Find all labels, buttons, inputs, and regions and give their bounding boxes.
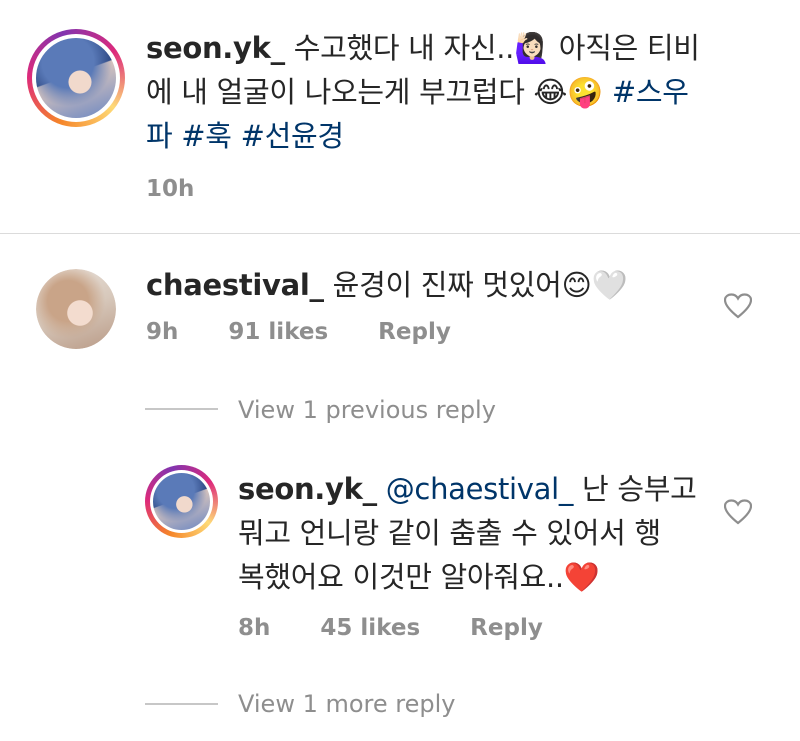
- comment-avatar[interactable]: [36, 269, 116, 349]
- reply-thread-line: [145, 703, 218, 705]
- emoji: 😂🤪: [533, 75, 604, 109]
- caption-username[interactable]: seon.yk_: [146, 31, 285, 65]
- reply-thread-line: [145, 408, 218, 410]
- comment-username[interactable]: chaestival_: [146, 268, 324, 302]
- caption-text: seon.yk_ 수고했다 내 자신..🙋🏻‍♀️ 아직은 티비 에 내 얼굴이…: [146, 31, 700, 153]
- hashtag-link[interactable]: #스우: [603, 75, 689, 109]
- hashtag-link[interactable]: #훅: [172, 119, 232, 153]
- reply-username[interactable]: seon.yk_: [238, 472, 377, 506]
- heart-outline-icon[interactable]: [724, 293, 752, 319]
- caption-avatar[interactable]: [27, 29, 125, 127]
- emoji: 🙋🏻‍♀️: [514, 31, 550, 65]
- emoji: ❤️: [563, 560, 600, 594]
- reply-button[interactable]: Reply: [378, 319, 451, 345]
- view-previous-reply[interactable]: View 1 previous reply: [238, 396, 496, 424]
- emoji: 😊🤍: [561, 268, 628, 302]
- caption-time: 10h: [146, 176, 195, 202]
- hashtag-link[interactable]: #선윤경: [232, 119, 344, 153]
- mention-link[interactable]: @chaestival_: [377, 472, 574, 506]
- divider: [0, 233, 800, 234]
- heart-outline-icon[interactable]: [724, 499, 752, 525]
- view-more-reply[interactable]: View 1 more reply: [238, 690, 456, 718]
- reply-time: 8h: [238, 615, 271, 641]
- reply-avatar[interactable]: [145, 465, 218, 538]
- hashtag-link[interactable]: 파: [146, 119, 173, 153]
- comment-time: 9h: [146, 319, 179, 345]
- comment-likes[interactable]: 91 likes: [228, 319, 328, 345]
- reply-meta: 8h 45 likes Reply: [238, 615, 543, 641]
- comment-text: chaestival_ 윤경이 진짜 멋있어😊🤍: [146, 268, 628, 302]
- reply-likes[interactable]: 45 likes: [320, 615, 420, 641]
- reply-button[interactable]: Reply: [470, 615, 543, 641]
- reply-text: seon.yk_ @chaestival_ 난 승부고 뭐고 언니랑 같이 춤출…: [238, 472, 697, 594]
- comment-meta: 9h 91 likes Reply: [146, 319, 451, 345]
